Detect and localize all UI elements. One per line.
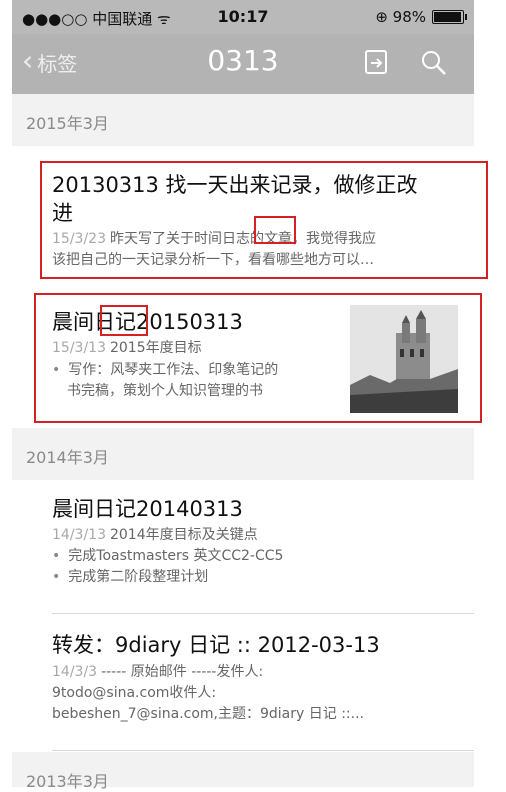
page-title: 0313 (207, 44, 279, 77)
note-snippet: 14/3/13 2014年度目标及关键点 (52, 525, 258, 546)
note-bullet: 完成Toastmasters 英文CC2-CC5 (52, 546, 283, 567)
app-frame: ●●●○○ 中国联通 ᯤ 10:17 ⊕ 98% ‹ 标签 0313 2015年… (12, 0, 488, 791)
list-item[interactable]: 转发：9diary 日记 :: 2012-03-13 14/3/3 ----- 原… (12, 614, 474, 750)
battery-icon (432, 10, 467, 24)
battery-label: ⊕ 98% (375, 8, 426, 26)
share-icon[interactable] (364, 49, 390, 81)
note-bullet: 完成第二阶段整理计划 (52, 567, 208, 588)
section-header: 2013年3月 (12, 752, 474, 791)
divider (52, 750, 474, 751)
note-snippet: 14/3/3 ----- 原始邮件 -----发件人: (52, 662, 263, 683)
note-snippet-cont: 9todo@sina.com收件人: (52, 685, 217, 701)
status-bar: ●●●○○ 中国联通 ᯤ 10:17 ⊕ 98% (12, 0, 474, 34)
section-header: 2015年3月 (12, 94, 474, 146)
note-date: 14/3/3 (52, 664, 98, 680)
search-icon[interactable] (420, 49, 448, 81)
highlight-box (100, 305, 148, 336)
section-label: 2015年3月 (26, 114, 109, 133)
note-title: 转发：9diary 日记 :: 2012-03-13 (52, 633, 380, 657)
note-title: 晨间日记20140313 (52, 497, 243, 521)
note-snippet-text: ----- 原始邮件 -----发件人: (101, 664, 264, 680)
section-header: 2014年3月 (12, 428, 474, 480)
note-snippet-cont: bebeshen_7@sina.com,主题：9diary 日记 ::... (52, 706, 364, 722)
list-item[interactable]: 晨间日记20140313 14/3/132014年度目标及关键点 完成Toast… (12, 480, 474, 600)
note-snippet-text: 2014年度目标及关键点 (109, 527, 258, 543)
section-label: 2014年3月 (26, 448, 109, 467)
section-label: 2013年3月 (26, 772, 109, 791)
note-date: 14/3/13 (52, 527, 106, 543)
highlight-box (254, 216, 296, 244)
status-right: ⊕ 98% (375, 8, 467, 26)
nav-bar: ‹ 标签 0313 (12, 34, 474, 94)
